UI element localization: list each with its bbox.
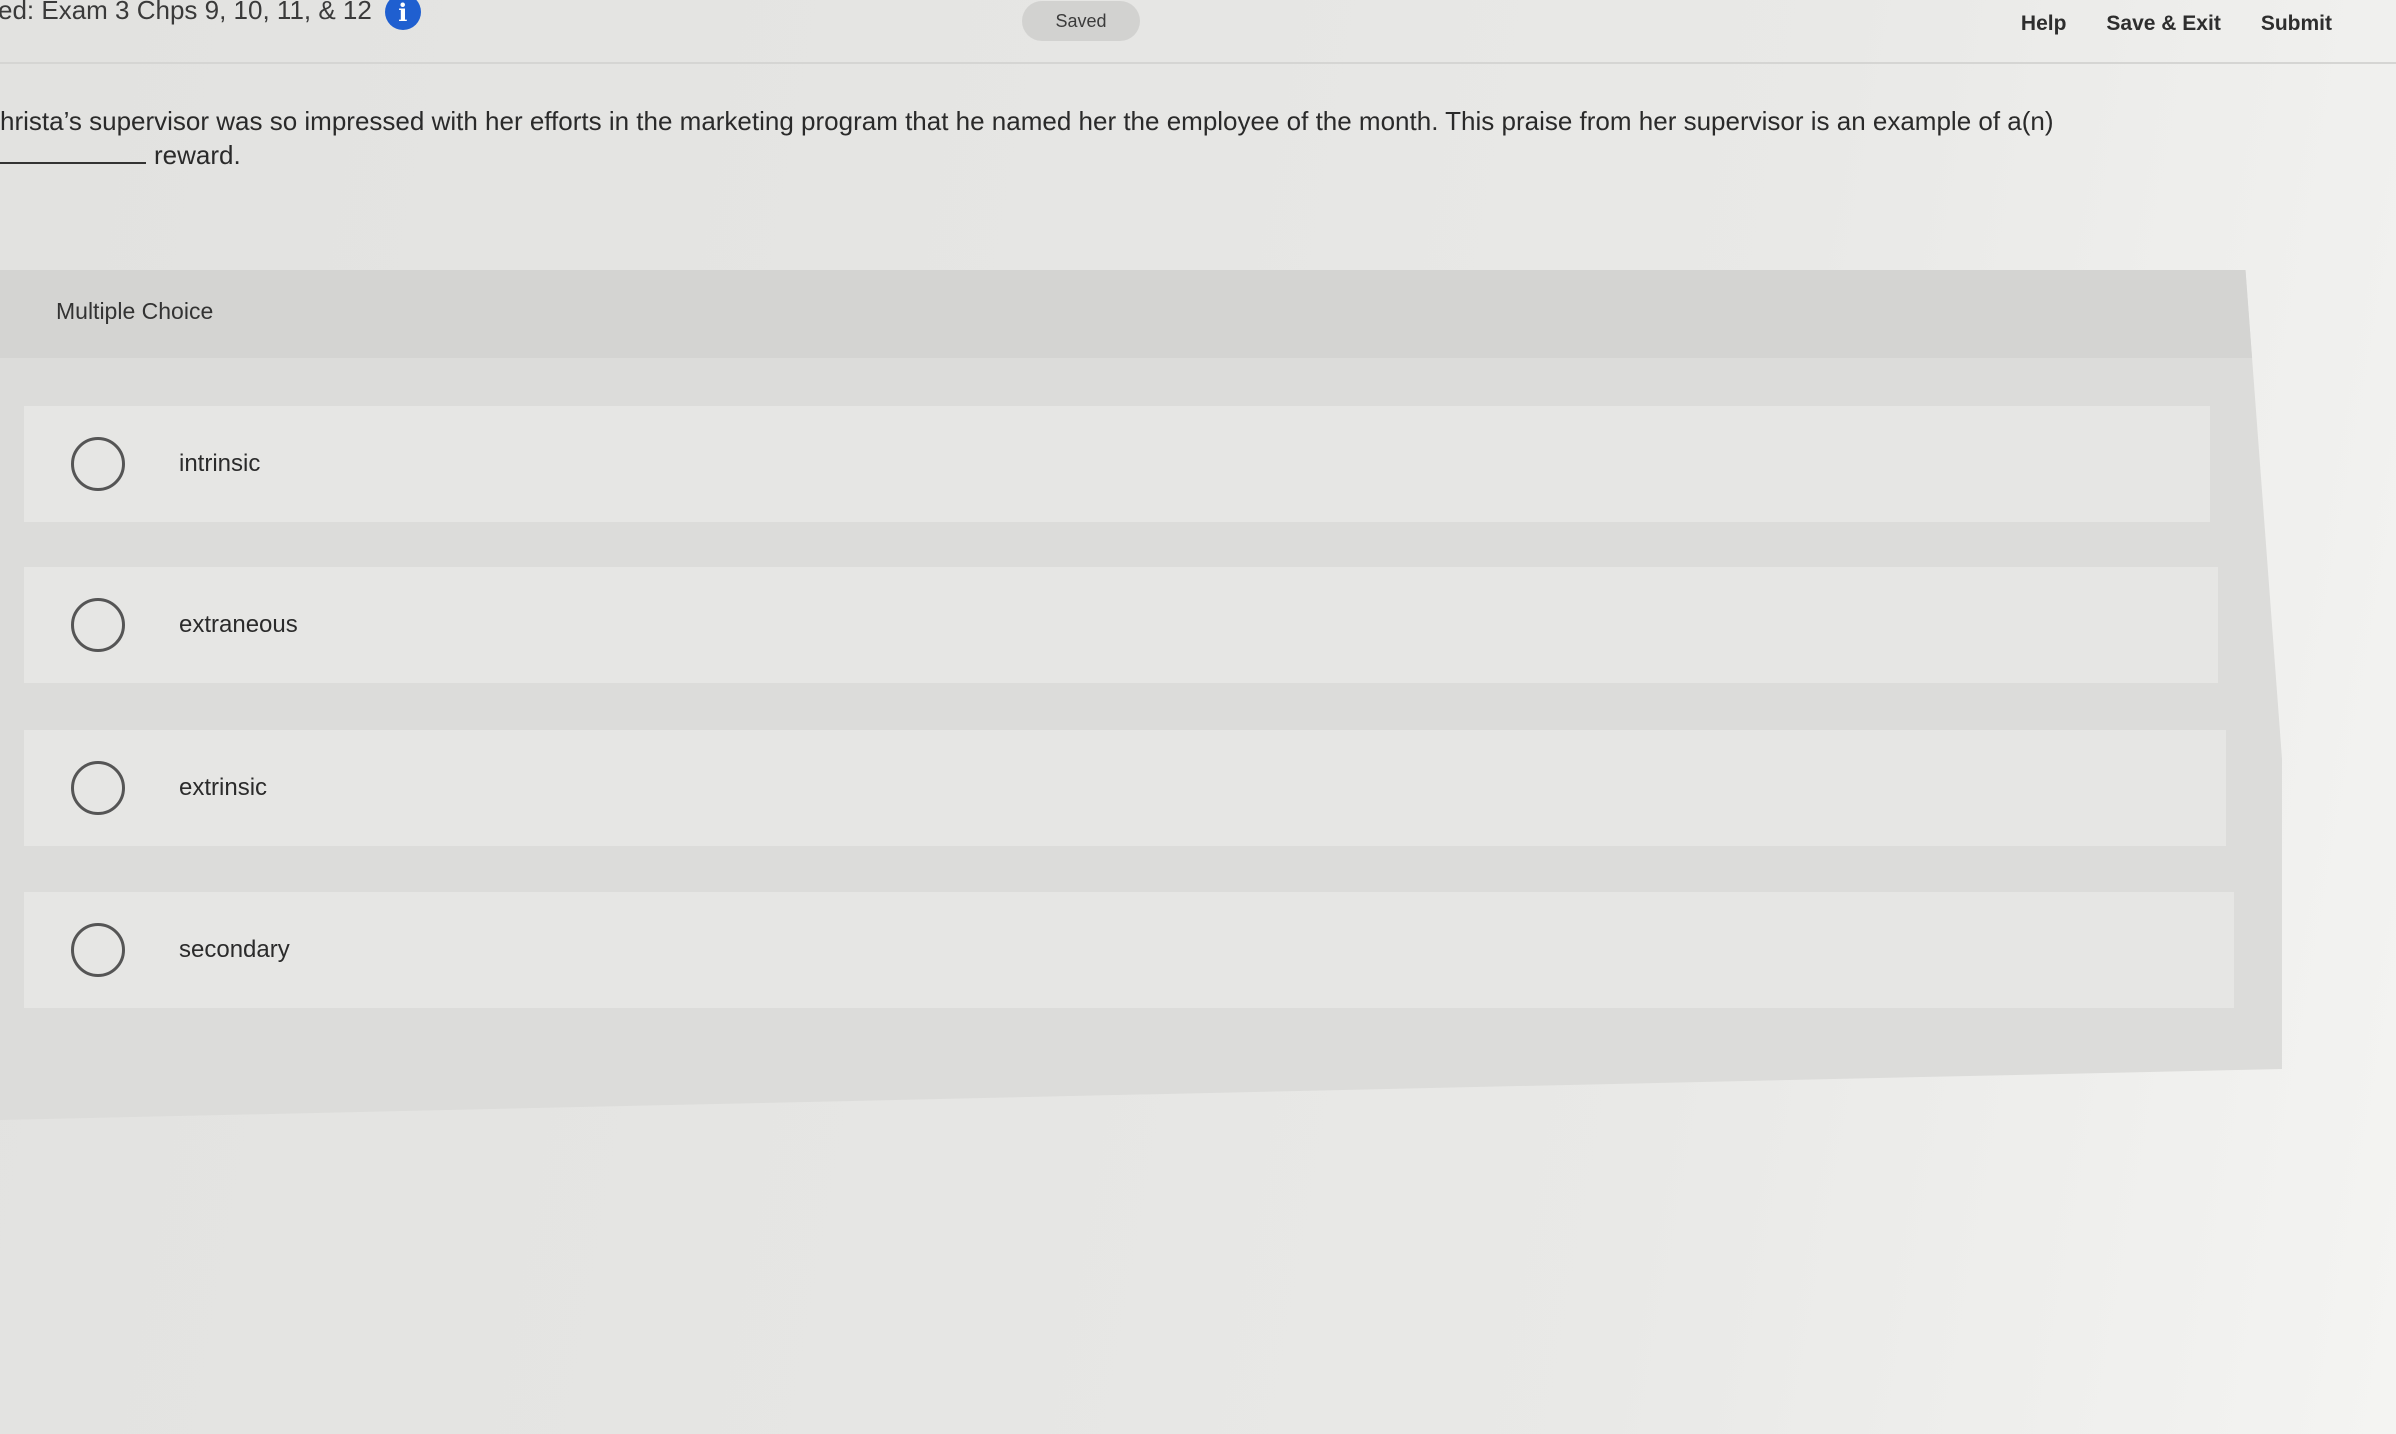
question-suffix: reward.: [154, 140, 241, 170]
header-actions: Help Save & Exit Submit: [2021, 12, 2332, 36]
multiple-choice-label: Multiple Choice: [56, 298, 214, 324]
answer-option-label: secondary: [179, 936, 290, 963]
multiple-choice-header: Multiple Choice: [0, 270, 2282, 358]
saved-status-badge: Saved: [1022, 1, 1140, 41]
help-link[interactable]: Help: [2021, 12, 2067, 36]
exam-title: ed: Exam 3 Chps 9, 10, 11, & 12 i: [0, 0, 421, 30]
radio-button-icon[interactable]: [71, 598, 125, 652]
multiple-choice-panel: Multiple Choice intrinsic extraneous ext…: [0, 270, 2282, 1120]
radio-button-icon[interactable]: [71, 923, 125, 977]
question-prompt: hrista’s supervisor was so impressed wit…: [0, 104, 2180, 172]
radio-button-icon[interactable]: [71, 761, 125, 815]
info-icon[interactable]: i: [384, 0, 421, 30]
exam-title-text: ed: Exam 3 Chps 9, 10, 11, & 12: [0, 0, 372, 25]
answer-blank: [0, 142, 146, 164]
answer-option-extrinsic[interactable]: extrinsic: [24, 730, 2226, 846]
question-text: hrista’s supervisor was so impressed wit…: [0, 106, 2054, 136]
radio-button-icon[interactable]: [71, 437, 125, 491]
submit-link[interactable]: Submit: [2261, 12, 2332, 36]
answer-option-label: extraneous: [179, 611, 298, 638]
answer-option-extraneous[interactable]: extraneous: [24, 567, 2218, 683]
answer-option-secondary[interactable]: secondary: [24, 892, 2234, 1008]
answer-option-label: extrinsic: [179, 774, 268, 801]
save-exit-link[interactable]: Save & Exit: [2106, 12, 2220, 36]
top-bar: ed: Exam 3 Chps 9, 10, 11, & 12 i Saved …: [0, 0, 2396, 64]
answer-option-intrinsic[interactable]: intrinsic: [24, 406, 2210, 522]
answer-option-label: intrinsic: [179, 450, 261, 477]
